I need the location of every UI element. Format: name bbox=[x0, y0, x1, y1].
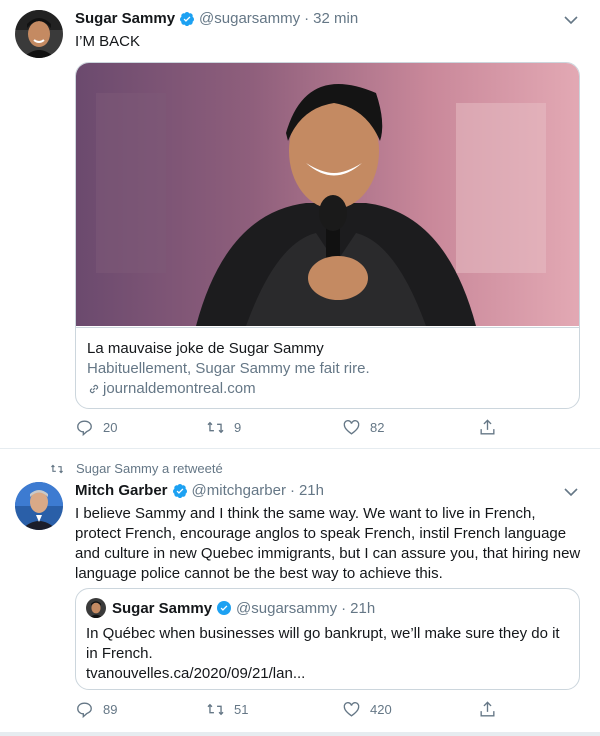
card-body[interactable]: La mauvaise joke de Sugar Sammy Habituel… bbox=[76, 327, 579, 408]
quoted-tweet-text: In Québec when businesses will go bankru… bbox=[86, 625, 560, 662]
retweet-count: 9 bbox=[234, 420, 242, 435]
quoted-tweet-link[interactable]: tvanouvelles.ca/2020/09/21/lan... bbox=[86, 664, 569, 684]
retweet-icon bbox=[207, 703, 224, 716]
like-count: 82 bbox=[370, 420, 385, 435]
tweet-header: Sugar Sammy @sugarsammy · 32 min bbox=[75, 10, 358, 27]
tweet-header: Mitch Garber @mitchgarber · 21h bbox=[75, 482, 324, 499]
tweet-timestamp[interactable]: 32 min bbox=[313, 10, 358, 27]
reply-count: 20 bbox=[103, 420, 118, 435]
avatar-quoted-author bbox=[86, 598, 106, 618]
retweet-count: 51 bbox=[234, 702, 249, 717]
like-icon bbox=[343, 420, 360, 435]
reply-icon bbox=[77, 420, 92, 437]
chevron-down-icon[interactable] bbox=[564, 12, 578, 25]
like-icon bbox=[343, 702, 360, 717]
tweet-timestamp[interactable]: 21h bbox=[299, 482, 324, 499]
share-button[interactable] bbox=[478, 418, 506, 437]
reply-button[interactable]: 89 bbox=[75, 700, 117, 719]
avatar-sugar-sammy[interactable] bbox=[15, 10, 63, 58]
retweet-button[interactable]: 9 bbox=[206, 418, 241, 437]
author-name[interactable]: Mitch Garber bbox=[75, 482, 168, 499]
tweet-mitch-garber[interactable]: Sugar Sammy a retweeté Mitch Garber @mit… bbox=[0, 450, 600, 736]
feed-divider bbox=[0, 732, 600, 736]
like-count: 420 bbox=[370, 702, 392, 717]
link-card[interactable]: La mauvaise joke de Sugar Sammy Habituel… bbox=[75, 62, 580, 409]
quoted-tweet-header: Sugar Sammy @sugarsammy · 21h bbox=[86, 598, 569, 618]
card-image[interactable] bbox=[76, 63, 579, 326]
verified-badge-icon bbox=[179, 11, 195, 27]
like-button[interactable]: 82 bbox=[342, 418, 384, 437]
chevron-down-icon[interactable] bbox=[564, 484, 578, 497]
tweet-text: I’M BACK bbox=[75, 33, 141, 50]
tweet-sugar-sammy[interactable]: Sugar Sammy @sugarsammy · 32 min I’M BAC… bbox=[0, 0, 600, 449]
link-icon bbox=[87, 382, 101, 396]
card-domain: journaldemontreal.com bbox=[87, 379, 570, 399]
tweet-text: I believe Sammy and I think the same way… bbox=[75, 505, 581, 582]
quoted-author-name: Sugar Sammy bbox=[112, 599, 213, 617]
quoted-timestamp: 21h bbox=[350, 599, 376, 617]
card-title: La mauvaise joke de Sugar Sammy bbox=[87, 340, 324, 357]
separator-dot: · bbox=[289, 482, 295, 499]
author-handle[interactable]: @sugarsammy bbox=[199, 10, 300, 27]
tweet-actions: 89 51 420 bbox=[75, 700, 505, 720]
verified-badge-icon bbox=[172, 483, 188, 499]
share-icon bbox=[480, 701, 495, 717]
avatar-mitch-garber[interactable] bbox=[15, 482, 63, 530]
share-button[interactable] bbox=[478, 700, 506, 719]
retweeted-by-context[interactable]: Sugar Sammy a retweeté bbox=[50, 461, 223, 476]
reply-count: 89 bbox=[103, 702, 118, 717]
tweet-actions: 20 9 82 bbox=[75, 418, 505, 438]
reply-icon bbox=[77, 702, 92, 719]
share-icon bbox=[480, 419, 495, 435]
card-domain-text: journaldemontreal.com bbox=[103, 380, 256, 397]
quoted-tweet[interactable]: Sugar Sammy @sugarsammy · 21h In Québec … bbox=[75, 588, 580, 690]
author-handle[interactable]: @mitchgarber bbox=[192, 482, 286, 499]
quoted-author-handle: @sugarsammy bbox=[236, 599, 338, 617]
author-name[interactable]: Sugar Sammy bbox=[75, 10, 175, 27]
like-button[interactable]: 420 bbox=[342, 700, 392, 719]
retweeted-by-label: Sugar Sammy a retweeté bbox=[76, 461, 223, 476]
separator-dot: · bbox=[304, 10, 310, 27]
retweet-icon bbox=[51, 464, 63, 473]
verified-badge-icon bbox=[216, 600, 232, 616]
reply-button[interactable]: 20 bbox=[75, 418, 117, 437]
separator-dot: · bbox=[341, 599, 347, 617]
card-description: Habituellement, Sugar Sammy me fait rire… bbox=[87, 360, 370, 377]
retweet-icon bbox=[207, 421, 224, 434]
retweet-button[interactable]: 51 bbox=[206, 700, 248, 719]
